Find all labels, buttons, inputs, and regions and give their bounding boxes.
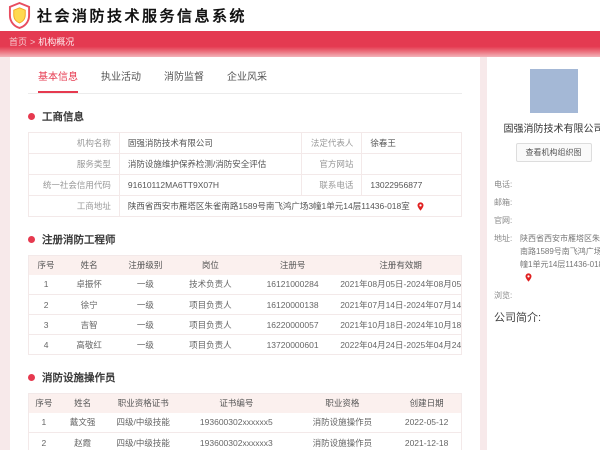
section-title-text: 消防设施操作员 [42, 372, 116, 384]
info-row: 统一社会信用代码 91610112MA6TT9X07H 联系电话 1302295687… [28, 174, 462, 196]
section-title-text: 注册消防工程师 [42, 234, 116, 246]
address-label: 工商地址 [28, 195, 120, 217]
info-address-row: 工商地址 陕西省西安市雁塔区朱雀南路1589号南飞鸿广场3幢1单元14层1143… [28, 195, 463, 217]
breadcrumb: 首页 > 机构概况 [0, 31, 600, 48]
tab-基本信息[interactable]: 基本信息 [38, 68, 78, 93]
main-content: 基本信息 执业活动 消防监督 企业风采 工商信息 机构名称 固强消防技术有限公司 法定代表… [10, 57, 480, 450]
company-logo [529, 69, 578, 113]
website-field: 官网: [494, 216, 513, 225]
breadcrumb-current: 机构概况 [38, 37, 75, 47]
tab-企业风采[interactable]: 企业风采 [227, 68, 267, 93]
location-pin-icon[interactable] [416, 201, 425, 212]
table-row: 4 高敬红 一级 项目负责人 13720000601 2022年04月24日-2025年0… [28, 334, 462, 355]
app-header: 社会消防技术服务信息系统 [0, 0, 600, 31]
email-field: 邮箱: [494, 198, 513, 207]
section-dot-icon [28, 236, 35, 243]
column-header: 证书编号 [180, 393, 293, 413]
location-pin-icon[interactable] [524, 272, 533, 283]
column-header: 职业资格证书 [106, 393, 181, 413]
section-dot-icon [28, 374, 35, 381]
column-header: 姓名 [63, 255, 116, 275]
shield-logo-icon[interactable] [8, 2, 31, 29]
company-sidebar: 固强消防技术有限公司 查看机构组织图 电话: 邮箱: 官网: 地址: 陕西省西安… [487, 57, 600, 450]
engineers-table: 序号 姓名 注册级别 岗位 注册号 注册有效期 1 卓振怀 一级 技术负责人 1612100028… [28, 255, 462, 355]
column-header: 注册级别 [115, 255, 176, 275]
column-header: 注册号 [244, 255, 341, 275]
company-profile-heading: 公司简介: [494, 312, 542, 324]
table-header-row: 序号 姓名 注册级别 岗位 注册号 注册有效期 [28, 255, 462, 275]
section-operators: 消防设施操作员 [28, 370, 462, 385]
table-row: 1 戴文强 四级/中级技能 193600302xxxxxx5 消防设施操作员 2022-0… [28, 412, 462, 433]
info-row: 服务类型 消防设施维护保养检测/消防安全评估 官方网站 [28, 153, 462, 175]
business-info-table: 机构名称 固强消防技术有限公司 法定代表人 徐春王 服务类型 消防设施维护保养检测/消防安… [28, 132, 463, 217]
column-header: 序号 [28, 393, 59, 413]
column-header: 创建日期 [392, 393, 462, 413]
info-row: 机构名称 固强消防技术有限公司 法定代表人 徐春王 [28, 132, 462, 154]
address-value: 陕西省西安市雁塔区朱雀南路1589号南飞鸿广场3幢1单元14层11436-018… [127, 201, 410, 211]
company-name: 固强消防技术有限公司 [503, 124, 600, 135]
view-org-chart-button[interactable]: 查看机构组织图 [515, 143, 592, 162]
column-header: 岗位 [175, 255, 245, 275]
column-header: 序号 [28, 255, 64, 275]
breadcrumb-home[interactable]: 首页 [9, 37, 27, 47]
operators-table: 序号 姓名 职业资格证书 证书编号 职业资格 创建日期 1 戴文强 四级/中级技能 193600… [28, 393, 462, 450]
column-header: 姓名 [58, 393, 107, 413]
table-row: 2 赵霞 四级/中级技能 193600302xxxxxx3 消防设施操作员 2021-12… [28, 432, 462, 450]
app-title: 社会消防技术服务信息系统 [37, 8, 248, 25]
table-row: 1 卓振怀 一级 技术负责人 16121000284 2021年08月05日-2024年0… [28, 274, 462, 295]
phone-field: 电话: [494, 180, 513, 189]
table-row: 3 吉智 一级 项目负责人 16220000057 2021年10月18日-2024年10… [28, 314, 462, 335]
views-field: 浏览: [494, 291, 513, 300]
section-dot-icon [28, 113, 35, 120]
column-header: 职业资格 [292, 393, 393, 413]
table-header-row: 序号 姓名 职业资格证书 证书编号 职业资格 创建日期 [28, 393, 462, 413]
tab-执业活动[interactable]: 执业活动 [101, 68, 141, 93]
breadcrumb-separator: > [30, 37, 36, 47]
section-engineers: 注册消防工程师 [28, 232, 462, 247]
address-field: 地址: 陕西省西安市雁塔区朱雀南路1589号南飞鸿广场3幢1单元14层11436… [494, 232, 600, 284]
company-contact-fields: 电话: 邮箱: 官网: 地址: 陕西省西安市雁塔区朱雀南路1589号南飞鸿广场3… [494, 178, 600, 302]
section-business-info: 工商信息 [28, 109, 462, 124]
column-header: 注册有效期 [340, 255, 462, 275]
breadcrumb-band: 首页 > 机构概况 [0, 31, 600, 57]
tab-bar: 基本信息 执业活动 消防监督 企业风采 [28, 57, 462, 94]
table-row: 2 徐宁 一级 项目负责人 16120000138 2021年07月14日-2024年07… [28, 294, 462, 315]
tab-消防监督[interactable]: 消防监督 [164, 68, 204, 93]
section-title-text: 工商信息 [42, 111, 84, 123]
